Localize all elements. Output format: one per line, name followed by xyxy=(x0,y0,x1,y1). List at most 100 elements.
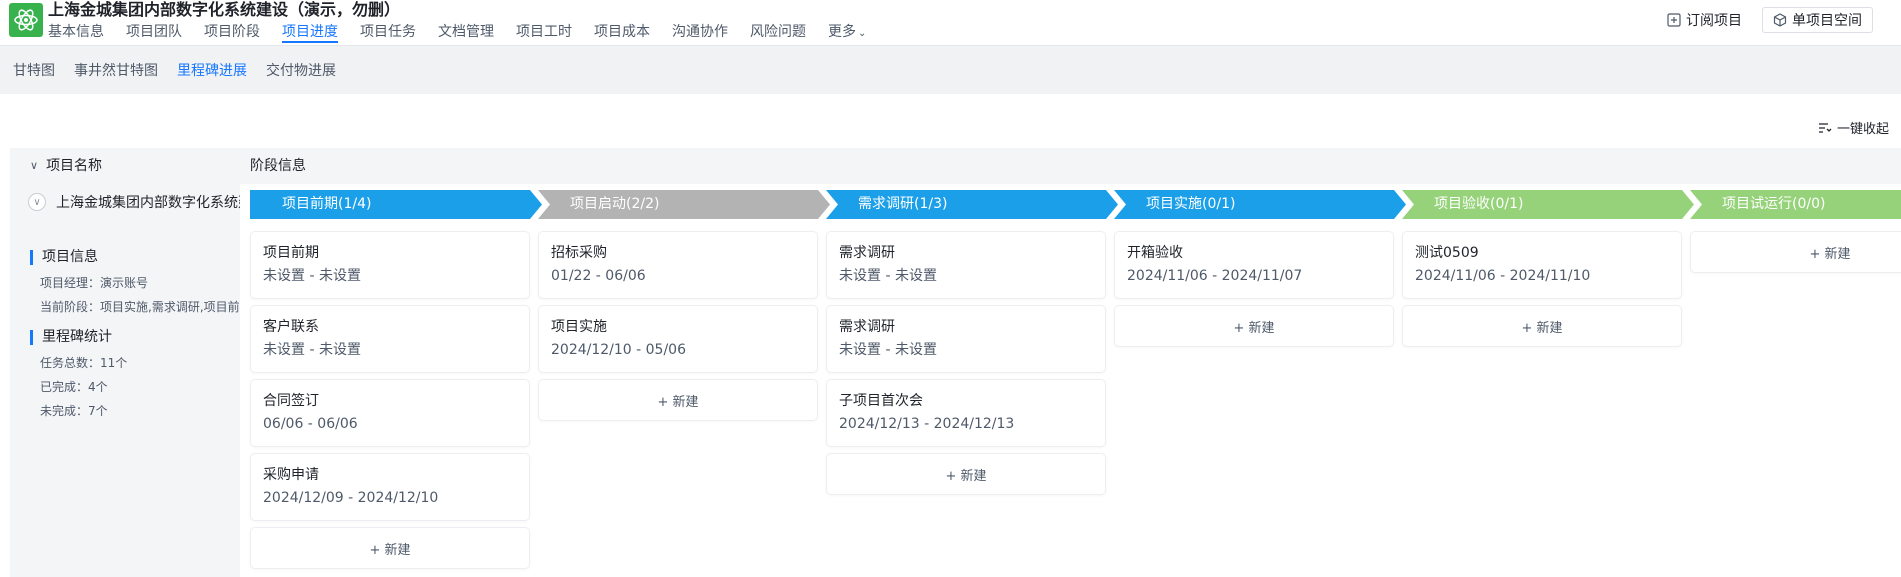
stage-column: 招标采购 01/22 - 06/06 项目实施 2024/12/10 - 05/06 +… xyxy=(539,232,817,420)
stage-column: 项目前期 未设置 - 未设置 客户联系 未设置 - 未设置 合同签订 06/06 - 06… xyxy=(251,232,529,568)
add-milestone-button[interactable]: + 新建 xyxy=(539,380,817,420)
add-milestone-button[interactable]: + 新建 xyxy=(1691,232,1901,272)
chevron-down-icon: ∨ xyxy=(30,159,39,172)
project-info-column: ∨ 上海金城集团内部数字化系统建设（演示，勿删） 项目信息 项目经理：演示账号 … xyxy=(10,184,240,577)
col-stage-info: 阶段信息 xyxy=(250,158,306,174)
chevron-down-icon: ⌄ xyxy=(858,28,867,39)
milestone-card[interactable]: 合同签订 06/06 - 06/06 xyxy=(251,380,529,446)
space-label: 单项目空间 xyxy=(1792,13,1862,29)
add-milestone-button[interactable]: + 新建 xyxy=(251,528,529,568)
col-project-name[interactable]: ∨ 项目名称 xyxy=(30,148,102,184)
stage-column: + 新建 xyxy=(1691,232,1901,272)
sub-tabs: 甘特图 事井然甘特图 里程碑进展 交付物进展 xyxy=(0,46,1901,94)
milestone-date-range: 06/06 - 06/06 xyxy=(263,416,358,432)
milestone-card[interactable]: 子项目首次会 2024/12/13 - 2024/12/13 xyxy=(827,380,1105,446)
milestone-card[interactable]: 招标采购 01/22 - 06/06 xyxy=(539,232,817,298)
milestone-title: 招标采购 xyxy=(551,245,607,261)
milestone-title: 采购申请 xyxy=(263,467,319,483)
nav-collaboration[interactable]: 沟通协作 xyxy=(672,22,728,44)
nav-project-tasks[interactable]: 项目任务 xyxy=(360,22,416,44)
milestone-title: 需求调研 xyxy=(839,319,895,335)
stage-column: 开箱验收 2024/11/06 - 2024/11/07 + 新建 xyxy=(1115,232,1393,346)
add-milestone-button[interactable]: + 新建 xyxy=(1403,306,1681,346)
milestone-title: 项目前期 xyxy=(263,245,319,261)
milestone-date-range: 未设置 - 未设置 xyxy=(839,268,937,284)
stage-header[interactable]: 需求调研(1/3) xyxy=(826,190,1118,219)
add-milestone-button[interactable]: + 新建 xyxy=(827,454,1105,494)
nav-more-label: 更多 xyxy=(828,24,856,40)
milestone-title: 合同签订 xyxy=(263,393,319,409)
milestone-title: 开箱验收 xyxy=(1127,245,1183,261)
nav-project-team[interactable]: 项目团队 xyxy=(126,22,182,44)
nav-work-hours[interactable]: 项目工时 xyxy=(516,22,572,44)
task-undone: 未完成：7个 xyxy=(40,404,108,418)
nav-risks[interactable]: 风险问题 xyxy=(750,22,806,44)
nav-more[interactable]: 更多 ⌄ xyxy=(828,22,866,44)
milestone-title: 测试0509 xyxy=(1415,245,1479,261)
collapse-icon xyxy=(1818,122,1832,133)
stage-column: 测试0509 2024/11/06 - 2024/11/10 + 新建 xyxy=(1403,232,1681,346)
nav-documents[interactable]: 文档管理 xyxy=(438,22,494,44)
milestone-card[interactable]: 开箱验收 2024/11/06 - 2024/11/07 xyxy=(1115,232,1393,298)
stage-bar: 项目前期(1/4) 项目启动(2/2) 需求调研(1/3) 项目实施(0/1) 项目验收… xyxy=(250,190,1901,219)
milestone-date-range: 未设置 - 未设置 xyxy=(263,342,361,358)
subtab-deliverable-progress[interactable]: 交付物进展 xyxy=(266,60,336,80)
top-nav: 基本信息 项目团队 项目阶段 项目进度 项目任务 文档管理 项目工时 项目成本 … xyxy=(48,22,888,44)
milestone-date-range: 2024/11/06 - 2024/11/07 xyxy=(1127,268,1303,284)
nav-basic-info[interactable]: 基本信息 xyxy=(48,22,104,44)
milestone-card[interactable]: 测试0509 2024/11/06 - 2024/11/10 xyxy=(1403,232,1681,298)
project-manager: 项目经理：演示账号 xyxy=(40,276,149,290)
task-total: 任务总数：11个 xyxy=(40,356,128,370)
subtab-milestone-progress[interactable]: 里程碑进展 xyxy=(177,60,247,80)
milestone-date-range: 2024/12/09 - 2024/12/10 xyxy=(263,490,439,506)
single-project-space-button[interactable]: 单项目空间 xyxy=(1762,7,1873,33)
col-project-name-label: 项目名称 xyxy=(46,158,103,174)
milestone-title: 需求调研 xyxy=(839,245,895,261)
nav-project-progress[interactable]: 项目进度 xyxy=(282,22,338,43)
subtab-shijingran-gantt[interactable]: 事井然甘特图 xyxy=(74,60,158,80)
milestone-title: 项目实施 xyxy=(551,319,607,335)
project-row: ∨ 上海金城集团内部数字化系统建设（演示，勿删） xyxy=(28,192,240,212)
milestone-card[interactable]: 项目实施 2024/12/10 - 05/06 xyxy=(539,306,817,372)
current-stage: 当前阶段：项目实施,需求调研,项目前期 xyxy=(40,300,240,314)
milestone-card[interactable]: 客户联系未设置 - 未设置 xyxy=(251,306,529,372)
stage-header[interactable]: 项目实施(0/1) xyxy=(1114,190,1406,219)
project-name: 上海金城集团内部数字化系统建设（演示，勿删） xyxy=(56,195,240,211)
stage-header[interactable]: 项目启动(2/2) xyxy=(538,190,830,219)
stage-header[interactable]: 项目验收(0/1) xyxy=(1402,190,1694,219)
expand-toggle-icon[interactable]: ∨ xyxy=(28,193,46,211)
collapse-all-label: 一键收起 xyxy=(1836,122,1889,137)
nav-project-cost[interactable]: 项目成本 xyxy=(594,22,650,44)
milestone-date-range: 未设置 - 未设置 xyxy=(839,342,937,358)
milestone-card[interactable]: 需求调研未设置 - 未设置 xyxy=(827,232,1105,298)
stage-header[interactable]: 项目试运行(0/0) xyxy=(1690,190,1901,219)
milestone-title: 客户联系 xyxy=(263,319,319,335)
subscribe-button[interactable]: 订阅项目 xyxy=(1657,7,1752,33)
milestone-date-range: 未设置 - 未设置 xyxy=(263,268,361,284)
plus-square-icon xyxy=(1667,13,1681,27)
milestone-card[interactable]: 需求调研未设置 - 未设置 xyxy=(827,306,1105,372)
milestone-date-range: 2024/11/06 - 2024/11/10 xyxy=(1415,268,1591,284)
project-logo xyxy=(9,3,43,37)
subtab-gantt[interactable]: 甘特图 xyxy=(13,60,55,80)
add-milestone-button[interactable]: + 新建 xyxy=(1115,306,1393,346)
stage-column: 需求调研 未设置 - 未设置 需求调研 未设置 - 未设置 子项目首次会 2024/12/… xyxy=(827,232,1105,494)
milestone-title: 子项目首次会 xyxy=(839,393,923,409)
nav-project-stage[interactable]: 项目阶段 xyxy=(204,22,260,44)
milestone-stats-title: 里程碑统计 xyxy=(30,330,112,345)
milestone-panel: 一键收起 ∨ 项目名称 阶段信息 ∨ 上海金城集团内部数字化系统建设（演示，勿删… xyxy=(0,94,1901,577)
atom-icon xyxy=(14,9,38,31)
milestone-date-range: 01/22 - 06/06 xyxy=(551,268,646,284)
table-header: ∨ 项目名称 阶段信息 xyxy=(10,148,1901,184)
subscribe-label: 订阅项目 xyxy=(1686,13,1742,29)
task-done: 已完成：4个 xyxy=(40,380,108,394)
app-header: 上海金城集团内部数字化系统建设（演示，勿删） 基本信息 项目团队 项目阶段 项目… xyxy=(0,0,1901,46)
milestone-date-range: 2024/12/13 - 2024/12/13 xyxy=(839,416,1015,432)
milestone-date-range: 2024/12/10 - 05/06 xyxy=(551,342,686,358)
collapse-all-button[interactable]: 一键收起 xyxy=(1818,118,1889,137)
stage-header[interactable]: 项目前期(1/4) xyxy=(250,190,542,219)
milestone-card[interactable]: 项目前期未设置 - 未设置 xyxy=(251,232,529,298)
milestone-card[interactable]: 采购申请 2024/12/09 - 2024/12/10 xyxy=(251,454,529,520)
project-info-title: 项目信息 xyxy=(30,250,98,265)
project-title: 上海金城集团内部数字化系统建设（演示，勿删） xyxy=(48,0,401,19)
